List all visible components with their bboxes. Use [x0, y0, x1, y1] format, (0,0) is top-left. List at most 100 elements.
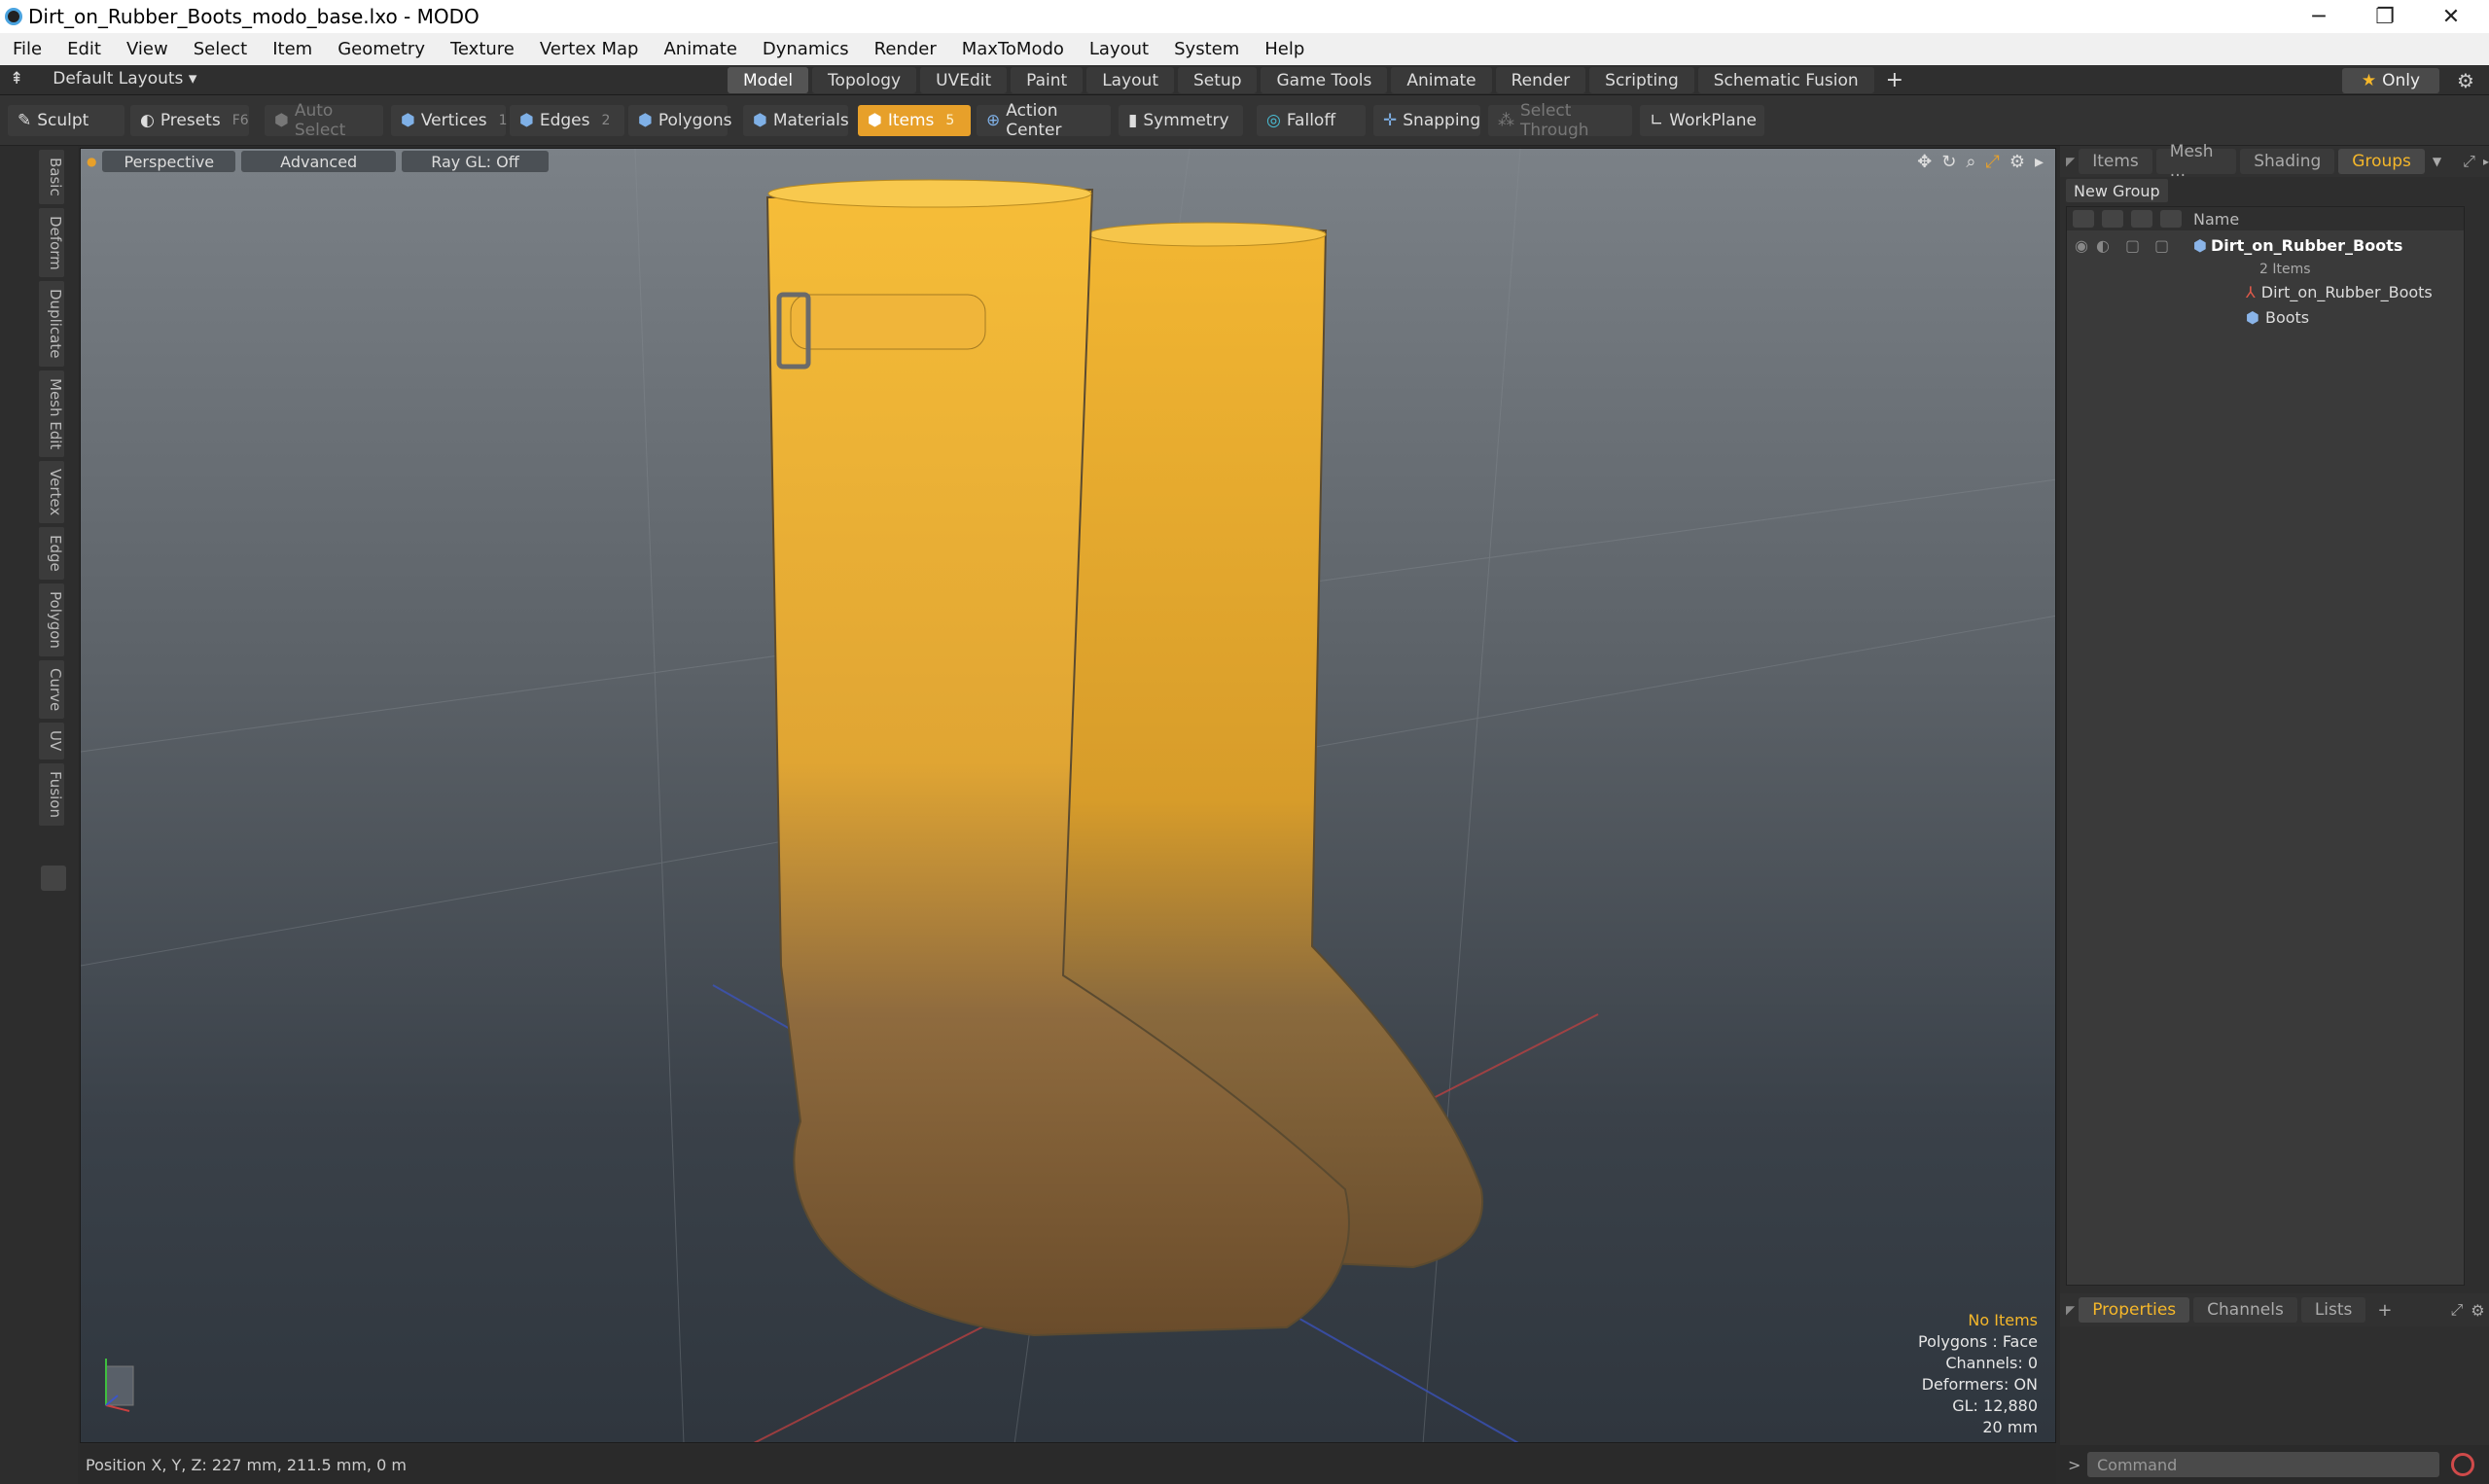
tab-shading[interactable]: Shading: [2240, 149, 2335, 174]
chevron-down-icon[interactable]: ▼: [2433, 155, 2441, 168]
gear-icon[interactable]: ⚙: [2451, 68, 2480, 93]
new-group-button[interactable]: New Group: [2066, 179, 2168, 202]
tree-row-group[interactable]: ◉ ◐ ▢ ▢ ⬢ Dirt_on_Rubber_Boots: [2067, 230, 2464, 260]
fit-icon[interactable]: ⤢: [1985, 152, 1999, 172]
materials-button[interactable]: ⬢ Materials: [743, 105, 849, 136]
expand-arrow-icon[interactable]: ▸: [2035, 152, 2044, 172]
panel-toggle-button[interactable]: [41, 866, 66, 891]
close-button[interactable]: ✕: [2418, 0, 2484, 33]
tree-row-locator[interactable]: ⅄ Dirt_on_Rubber_Boots: [2067, 279, 2464, 304]
tab-uv[interactable]: UV: [39, 723, 64, 760]
edges-button[interactable]: ⬢ Edges 2: [510, 105, 624, 136]
tab-render[interactable]: Render: [1495, 67, 1586, 93]
tab-schematic-fusion[interactable]: Schematic Fusion: [1697, 67, 1874, 93]
tab-curve[interactable]: Curve: [39, 660, 64, 720]
maximize-button[interactable]: ❐: [2352, 0, 2418, 33]
3d-viewport[interactable]: ● Perspective Advanced Ray GL: Off ✥ ↻ ⌕…: [80, 148, 2056, 1443]
pan-icon[interactable]: ✥: [1917, 152, 1932, 172]
menu-vertex-map[interactable]: Vertex Map: [527, 39, 652, 59]
expand-panel-icon[interactable]: ⤢: [2463, 152, 2475, 171]
menu-select[interactable]: Select: [181, 39, 261, 59]
tab-edge[interactable]: Edge: [39, 527, 64, 581]
tab-mesh[interactable]: Mesh ...: [2155, 142, 2237, 181]
render-icon[interactable]: ◐: [2096, 236, 2125, 255]
rotate-icon[interactable]: ↻: [1941, 152, 1956, 172]
menu-system[interactable]: System: [1161, 39, 1252, 59]
tab-vertex[interactable]: Vertex: [39, 461, 64, 524]
lock-column-icon[interactable]: [2131, 210, 2152, 228]
menu-layout[interactable]: Layout: [1077, 39, 1161, 59]
add-props-tab-button[interactable]: +: [2377, 1300, 2392, 1321]
only-toggle[interactable]: ★ Only: [2342, 68, 2439, 93]
tab-model[interactable]: Model: [728, 67, 809, 93]
auto-select-button[interactable]: ⬢ Auto Select: [265, 101, 383, 140]
hud-polygons: Polygons : Face: [1918, 1332, 2038, 1351]
tab-animate[interactable]: Animate: [1391, 67, 1492, 93]
visibility-column-icon[interactable]: [2073, 210, 2094, 228]
advanced-dropdown[interactable]: Advanced: [241, 151, 397, 172]
workplane-button[interactable]: ∟ WorkPlane: [1640, 105, 1764, 136]
menu-edit[interactable]: Edit: [54, 39, 114, 59]
menu-render[interactable]: Render: [862, 39, 949, 59]
viewport-scene: [81, 149, 2055, 1442]
menu-help[interactable]: Help: [1252, 39, 1317, 59]
record-icon[interactable]: [2451, 1453, 2474, 1476]
panel-menu-arrow-icon[interactable]: ▸: [2483, 155, 2489, 168]
polygons-button[interactable]: ⬢ Polygons: [628, 105, 732, 136]
tab-layout[interactable]: Layout: [1086, 67, 1174, 93]
tab-setup[interactable]: Setup: [1178, 67, 1258, 93]
viewport-gear-icon[interactable]: ⚙: [2009, 152, 2025, 172]
render-column-icon[interactable]: [2102, 210, 2123, 228]
tab-channels[interactable]: Channels: [2193, 1297, 2297, 1323]
props-expand-icon[interactable]: ⤢: [2450, 1300, 2463, 1320]
eye-icon[interactable]: ◉: [2067, 236, 2096, 255]
snapping-button[interactable]: ✛ Snapping: [1373, 105, 1480, 136]
menu-item[interactable]: Item: [260, 39, 325, 59]
brush-icon: ✎: [18, 111, 32, 130]
props-gear-icon[interactable]: ⚙: [2471, 1301, 2484, 1320]
tab-paint[interactable]: Paint: [1011, 67, 1084, 93]
sculpt-button[interactable]: ✎ Sculpt: [8, 105, 124, 136]
menu-animate[interactable]: Animate: [651, 39, 749, 59]
select-toggle-icon[interactable]: ▢: [2154, 236, 2193, 255]
name-column-header[interactable]: Name: [2193, 210, 2239, 229]
action-center-button[interactable]: ⊕ Action Center: [977, 101, 1111, 140]
menu-dynamics[interactable]: Dynamics: [750, 39, 862, 59]
symmetry-button[interactable]: ▮ Symmetry: [1119, 105, 1243, 136]
menu-file[interactable]: File: [0, 39, 54, 59]
tab-game-tools[interactable]: Game Tools: [1261, 67, 1388, 93]
mesh-name: Boots: [2264, 307, 2310, 327]
menu-geometry[interactable]: Geometry: [325, 39, 438, 59]
minimize-button[interactable]: ─: [2286, 0, 2352, 33]
menu-maxtomodo[interactable]: MaxToModo: [949, 39, 1077, 59]
tab-items[interactable]: Items: [2079, 149, 2152, 174]
menu-texture[interactable]: Texture: [438, 39, 527, 59]
tab-topology[interactable]: Topology: [812, 67, 917, 93]
select-through-button[interactable]: ⁂ Select Through: [1488, 101, 1632, 140]
falloff-button[interactable]: ◎ Falloff: [1257, 105, 1366, 136]
tab-basic[interactable]: Basic: [39, 150, 64, 204]
perspective-dropdown[interactable]: Perspective: [102, 151, 236, 172]
select-column-icon[interactable]: [2160, 210, 2182, 228]
tab-deform[interactable]: Deform: [39, 207, 64, 278]
command-input[interactable]: Command: [2087, 1452, 2439, 1477]
tab-groups[interactable]: Groups: [2338, 149, 2425, 174]
tab-duplicate[interactable]: Duplicate: [39, 281, 64, 367]
menu-view[interactable]: View: [114, 39, 181, 59]
lock-icon[interactable]: ▢: [2125, 236, 2154, 255]
tab-mesh-edit[interactable]: Mesh Edit: [39, 370, 64, 458]
tab-properties[interactable]: Properties: [2079, 1297, 2190, 1323]
vertices-button[interactable]: ⬢ Vertices 1: [391, 105, 508, 136]
zoom-icon[interactable]: ⌕: [1966, 152, 1975, 172]
tree-row-mesh[interactable]: ⬢ Boots: [2067, 304, 2464, 330]
layouts-dropdown[interactable]: ⇞ Default Layouts ▾: [10, 69, 196, 88]
add-tab-button[interactable]: +: [1878, 67, 1911, 93]
tab-polygon[interactable]: Polygon: [39, 583, 64, 657]
presets-button[interactable]: ◐ Presets F6: [130, 105, 249, 136]
tab-lists[interactable]: Lists: [2300, 1297, 2366, 1323]
tab-uvedit[interactable]: UVEdit: [920, 67, 1008, 93]
tab-fusion[interactable]: Fusion: [39, 762, 64, 826]
tab-scripting[interactable]: Scripting: [1589, 67, 1694, 93]
items-button[interactable]: ⬢ Items 5: [858, 105, 971, 136]
raygl-toggle[interactable]: Ray GL: Off: [402, 151, 549, 172]
